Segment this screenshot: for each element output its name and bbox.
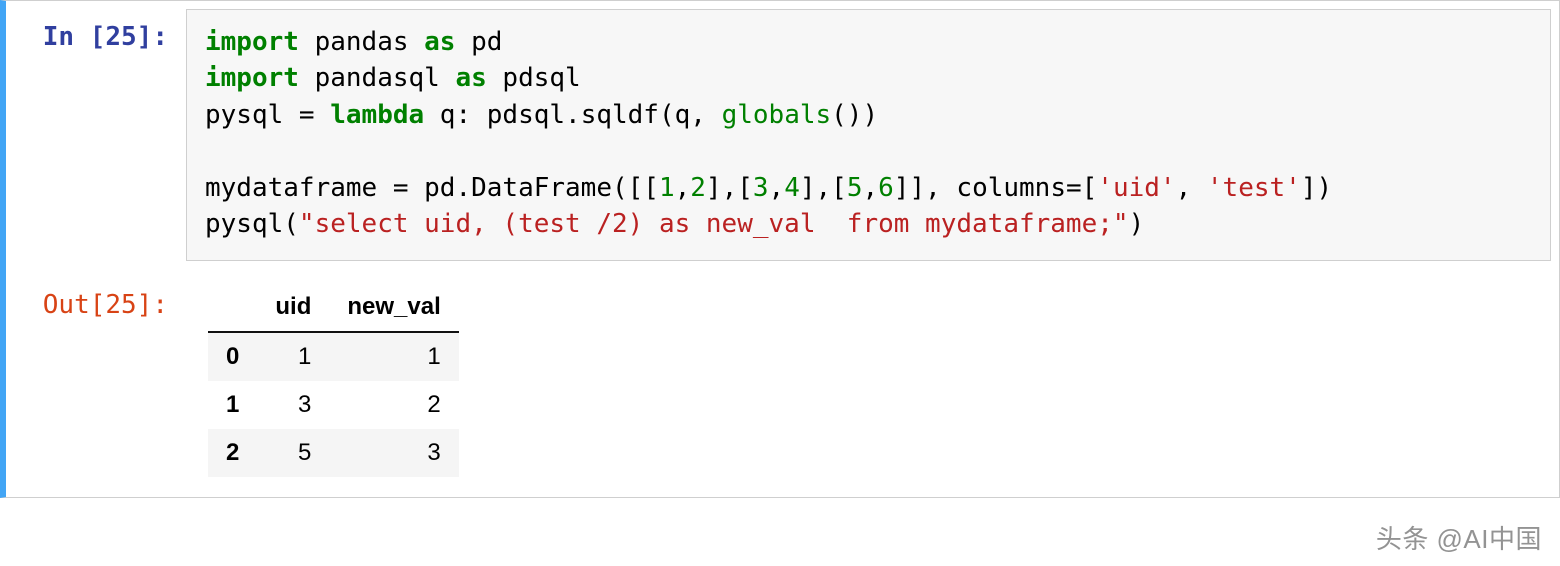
dataframe-column-header: new_val <box>329 283 458 332</box>
dataframe-index-cell: 0 <box>208 332 257 381</box>
dataframe-index-cell: 2 <box>208 429 257 477</box>
code-token: pysql <box>205 100 299 130</box>
code-token: "select uid, (test /2) as new_val from m… <box>299 209 1129 239</box>
code-token: [ <box>1082 173 1098 203</box>
output-prompt-area: Out[25]: <box>6 269 186 323</box>
code-token: as <box>455 63 486 93</box>
code-token: = <box>1066 173 1082 203</box>
code-token: lambda <box>330 100 424 130</box>
dataframe-cell: 2 <box>329 381 458 429</box>
code-token: pdsql <box>487 63 581 93</box>
output-prompt: Out[25]: <box>43 290 168 320</box>
code-token: 3 <box>753 173 769 203</box>
code-token: , <box>769 173 785 203</box>
dataframe-column-header: uid <box>257 283 329 332</box>
code-token: pandasql <box>299 63 456 93</box>
code-token: 'test' <box>1207 173 1301 203</box>
code-token: import <box>205 27 299 57</box>
code-input-area[interactable]: import pandas as pd import pandasql as p… <box>186 9 1551 261</box>
dataframe-cell: 5 <box>257 429 329 477</box>
code-token: 6 <box>878 173 894 203</box>
code-token: ],[ <box>800 173 847 203</box>
code-token: import <box>205 63 299 93</box>
code-token: ]) <box>1301 173 1332 203</box>
code-token: , <box>862 173 878 203</box>
code-token: pysql( <box>205 209 299 239</box>
notebook-cell: In [25]: import pandas as pd import pand… <box>0 0 1560 498</box>
dataframe-header-row: uidnew_val <box>208 283 459 332</box>
code-token: ],[ <box>706 173 753 203</box>
input-prompt: In [25]: <box>43 22 168 52</box>
dataframe-cell: 3 <box>329 429 458 477</box>
code-token: 2 <box>690 173 706 203</box>
code-token: globals <box>722 100 832 130</box>
code-token: ) <box>1129 209 1145 239</box>
dataframe-cell: 3 <box>257 381 329 429</box>
code-token: = <box>393 173 409 203</box>
code-token: , <box>675 173 691 203</box>
code-token: 'uid' <box>1097 173 1175 203</box>
code-token: ]], columns <box>894 173 1066 203</box>
output-row: Out[25]: uidnew_val 011132253 <box>6 269 1559 497</box>
code-token: as <box>424 27 455 57</box>
watermark: 头条 @AI中国 <box>1376 519 1542 556</box>
output-area: uidnew_val 011132253 <box>186 269 1559 497</box>
code-token: = <box>299 100 315 130</box>
code-token: 4 <box>784 173 800 203</box>
code-token: , <box>1176 173 1207 203</box>
code-token: pd.DataFrame([[ <box>409 173 659 203</box>
code-token: 5 <box>847 173 863 203</box>
code-token: 1 <box>659 173 675 203</box>
table-row: 011 <box>208 332 459 381</box>
dataframe-cell: 1 <box>329 332 458 381</box>
code-token: pd <box>455 27 502 57</box>
code-token <box>315 100 331 130</box>
code-token: mydataframe <box>205 173 393 203</box>
table-row: 253 <box>208 429 459 477</box>
code-token: ()) <box>831 100 878 130</box>
input-prompt-area: In [25]: <box>6 1 186 55</box>
dataframe-body: 011132253 <box>208 332 459 477</box>
table-row: 132 <box>208 381 459 429</box>
dataframe-table: uidnew_val 011132253 <box>208 283 459 477</box>
code-token: q: pdsql.sqldf(q, <box>424 100 721 130</box>
code-block[interactable]: import pandas as pd import pandasql as p… <box>205 24 1532 242</box>
dataframe-index-header <box>208 283 257 332</box>
input-row: In [25]: import pandas as pd import pand… <box>6 1 1559 269</box>
dataframe-index-cell: 1 <box>208 381 257 429</box>
code-token: pandas <box>299 27 424 57</box>
dataframe-cell: 1 <box>257 332 329 381</box>
